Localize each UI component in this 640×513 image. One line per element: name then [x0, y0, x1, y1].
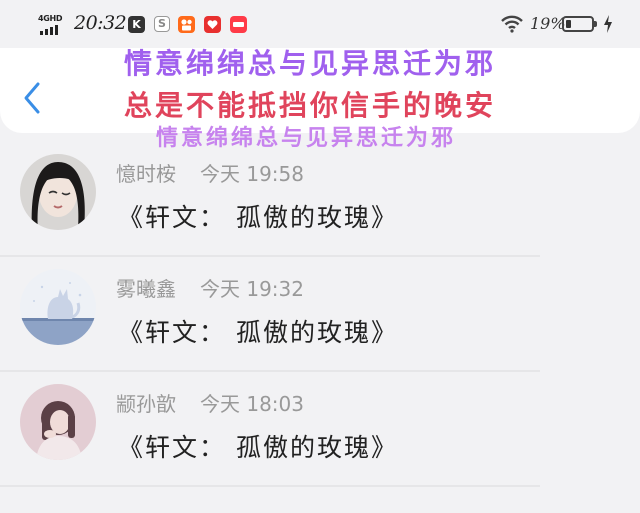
avatar[interactable]	[20, 384, 96, 460]
avatar[interactable]	[20, 269, 96, 345]
message-text: 《轩文： 孤傲的玫瑰》	[118, 318, 398, 347]
message-text: 《轩文： 孤傲的玫瑰》	[118, 433, 398, 462]
message-time: 今天 19:58	[200, 162, 304, 186]
xiaohongshu-icon	[230, 16, 247, 33]
red-app-icon	[204, 16, 221, 33]
avatar[interactable]	[20, 154, 96, 230]
message-time: 今天 19:32	[200, 277, 304, 301]
message-list: 憶时桉 今天 19:58 《轩文： 孤傲的玫瑰》 雾曦鑫 今天 19:32 《轩文：…	[0, 142, 640, 487]
sender-name: 颛孙歆	[116, 392, 176, 416]
sender-name: 雾曦鑫	[116, 277, 176, 301]
message-text: 《轩文： 孤傲的玫瑰》	[118, 203, 398, 232]
back-chevron-icon[interactable]	[20, 78, 46, 118]
battery-icon	[562, 16, 597, 32]
list-item[interactable]: 颛孙歆 今天 18:03 《轩文： 孤傲的玫瑰》	[0, 372, 640, 487]
header-bar	[0, 48, 640, 133]
s-app-icon: S	[154, 16, 170, 32]
wifi-icon	[501, 15, 523, 33]
k-app-icon: K	[128, 16, 145, 33]
list-item[interactable]: 雾曦鑫 今天 19:32 《轩文： 孤傲的玫瑰》	[0, 257, 640, 372]
battery-percent: 19%	[530, 14, 566, 33]
sender-name: 憶时桉	[116, 162, 176, 186]
kuaishou-icon	[178, 16, 195, 33]
list-item[interactable]: 憶时桉 今天 19:58 《轩文： 孤傲的玫瑰》	[0, 142, 640, 257]
message-meta: 颛孙歆 今天 18:03	[116, 388, 304, 417]
charging-icon	[604, 15, 612, 33]
message-time: 今天 18:03	[200, 392, 304, 416]
message-meta: 雾曦鑫 今天 19:32	[116, 273, 304, 302]
cellular-signal-icon: 4GHD	[38, 14, 68, 36]
clock: 20:32	[74, 12, 127, 34]
message-meta: 憶时桉 今天 19:58	[116, 158, 304, 187]
status-bar: 4GHD 20:32 K S 19%	[0, 0, 640, 48]
divider	[0, 485, 540, 487]
